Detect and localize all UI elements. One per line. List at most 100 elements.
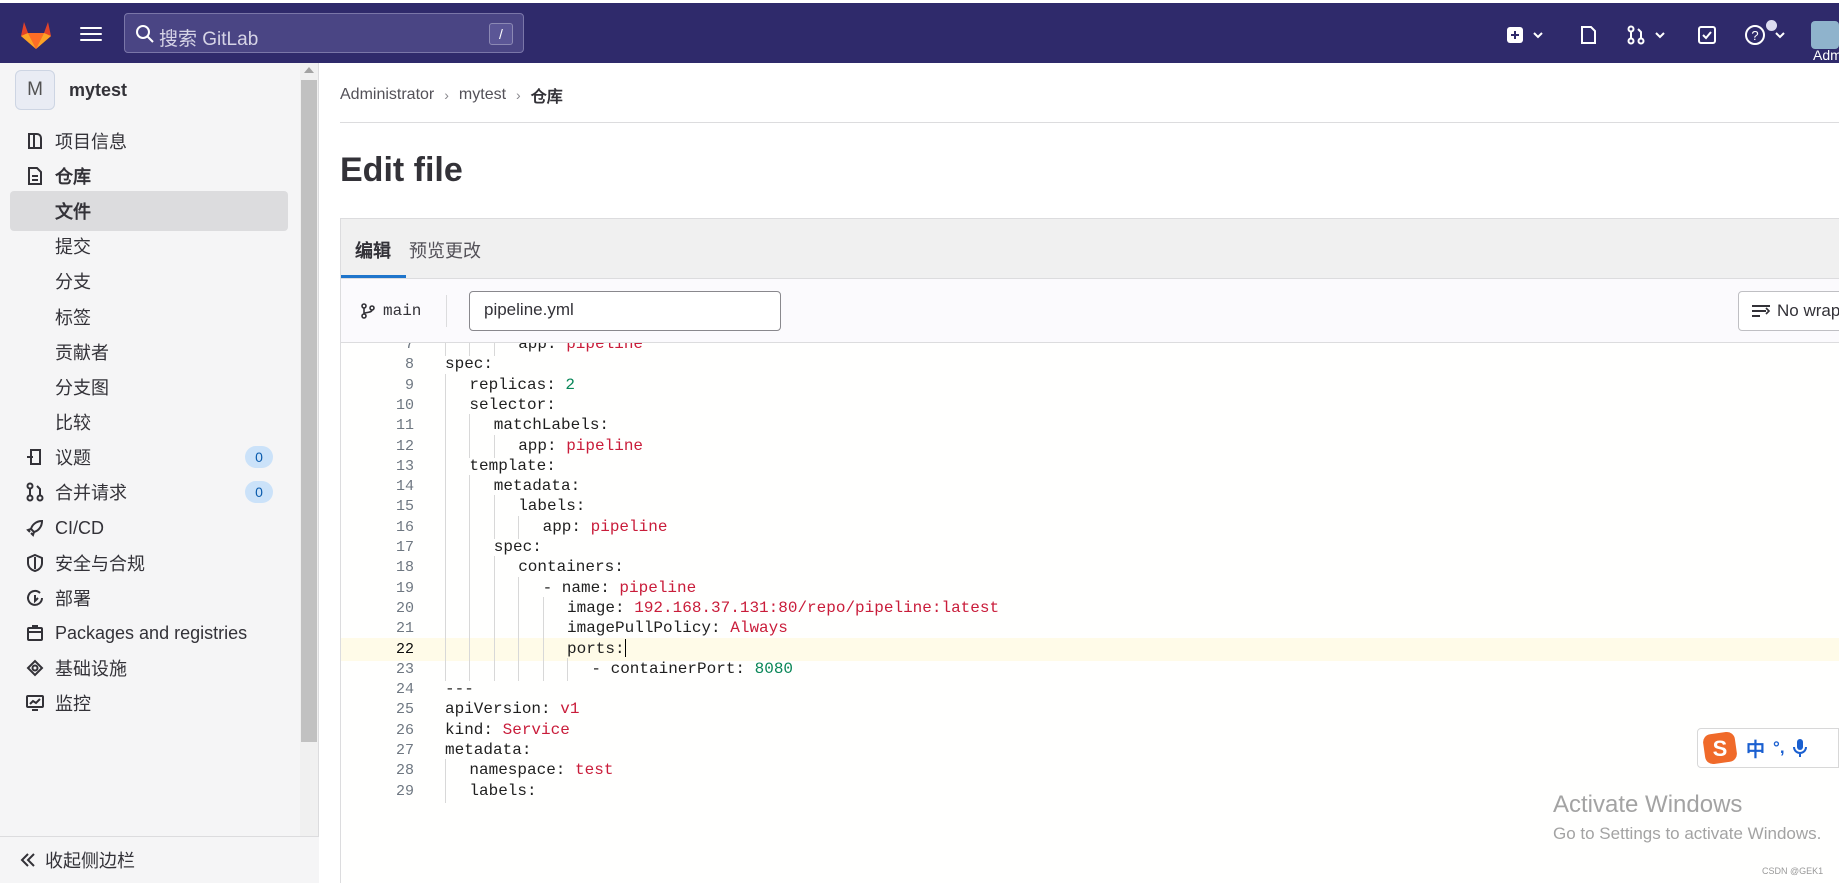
line-number: 29 xyxy=(395,782,414,800)
sidebar-item-label: 标签 xyxy=(55,308,91,328)
ime-punctuation-mode[interactable]: °, xyxy=(1773,738,1785,758)
microphone-icon[interactable] xyxy=(1792,738,1807,758)
sidebar-item-label: 仓库 xyxy=(55,167,91,187)
sidebar-item-infrastructure[interactable]: 基础设施 xyxy=(10,648,288,688)
create-new-dropdown[interactable] xyxy=(1506,23,1544,47)
scroll-up-arrow-icon[interactable] xyxy=(304,67,314,73)
top-navbar: 搜索 GitLab / ? Adm xyxy=(0,0,1839,63)
sidebar-item-label: 项目信息 xyxy=(55,132,127,152)
filename-input[interactable]: pipeline.yml xyxy=(469,291,781,331)
sidebar-item-label: 提交 xyxy=(55,237,91,257)
sidebar-item-security[interactable]: 安全与合规 xyxy=(10,543,288,583)
user-avatar-label: Adm xyxy=(1813,47,1839,63)
page-title: Edit file xyxy=(340,151,463,189)
sidebar-item-label: 分支 xyxy=(55,272,91,292)
sidebar-item-label: 部署 xyxy=(55,589,91,609)
breadcrumb-item-namespace[interactable]: Administrator xyxy=(340,86,434,104)
help-dropdown[interactable]: ? xyxy=(1744,23,1786,47)
sidebar-item-label: Packages and registries xyxy=(55,622,248,643)
sidebar-item-label: 安全与合规 xyxy=(55,554,145,574)
svg-text:S: S xyxy=(1713,736,1728,761)
branch-name: main xyxy=(383,302,422,320)
sogou-ime-icon: S xyxy=(1703,731,1737,765)
tab-preview-changes[interactable]: 预览更改 xyxy=(409,237,481,263)
sidebar-item-deployments[interactable]: 部署 xyxy=(10,578,288,618)
merge-requests-count-badge: 0 xyxy=(245,481,273,503)
breadcrumb-divider xyxy=(340,122,1839,123)
sidebar-item-label: 监控 xyxy=(55,694,91,714)
sidebar-subitem-commits[interactable]: 提交 xyxy=(10,226,288,266)
chevron-down-icon xyxy=(1533,32,1543,39)
monitor-icon xyxy=(26,695,44,711)
package-icon xyxy=(27,625,43,641)
ime-toolbar[interactable]: S 中 °, xyxy=(1697,728,1839,768)
issues-icon xyxy=(1581,26,1596,44)
sidebar-item-packages[interactable]: Packages and registries xyxy=(10,613,288,653)
project-name: mytest xyxy=(69,79,128,100)
code-text: labels: xyxy=(469,781,537,800)
sidebar-item-label: 比较 xyxy=(55,413,91,433)
activate-windows-title: Activate Windows xyxy=(1553,791,1743,818)
sidebar-item-label: 合并请求 xyxy=(55,483,127,503)
document-icon xyxy=(28,167,42,185)
sidebar-project-header[interactable]: M mytest xyxy=(15,70,127,110)
sidebar-item-label: 议题 xyxy=(55,448,91,468)
soft-wrap-toggle-button[interactable]: No wrap xyxy=(1738,291,1839,331)
sidebar-item-issues[interactable]: 议题 0 xyxy=(10,437,288,477)
breadcrumb: Administrator › mytest › 仓库 xyxy=(340,83,563,107)
editor-tabs: 编辑 预览更改 xyxy=(341,219,1839,279)
issues-icon xyxy=(27,449,41,465)
sidebar-subitem-tags[interactable]: 标签 xyxy=(10,297,288,337)
project-sidebar: M mytest 项目信息 仓库 文件 提交 分支 标签 贡献者 分支图 比较 … xyxy=(0,63,319,883)
chevron-down-icon xyxy=(1655,32,1665,39)
collapse-sidebar-button[interactable]: 收起侧边栏 xyxy=(0,836,319,883)
tab-edit[interactable]: 编辑 xyxy=(355,237,391,263)
breadcrumb-item-project[interactable]: mytest xyxy=(459,86,506,104)
sidebar-scrollbar[interactable] xyxy=(300,63,318,836)
question-circle-icon: ? xyxy=(1745,25,1765,45)
sidebar-item-label: 基础设施 xyxy=(55,659,127,679)
sidebar-item-repository[interactable]: 仓库 xyxy=(10,156,288,196)
info-icon xyxy=(28,133,42,149)
toolbar-divider xyxy=(446,295,447,327)
sidebar-item-monitor[interactable]: 监控 xyxy=(10,683,288,723)
indent-guide xyxy=(445,779,446,803)
todo-check-icon xyxy=(1698,26,1716,44)
ime-chinese-mode[interactable]: 中 xyxy=(1746,735,1765,762)
cloud-gear-icon xyxy=(26,659,44,677)
search-input[interactable]: 搜索 GitLab / xyxy=(124,13,524,53)
shield-icon xyxy=(27,553,43,573)
double-chevron-left-icon xyxy=(20,853,35,867)
merge-requests-nav-dropdown[interactable] xyxy=(1626,23,1666,47)
sidebar-item-label: 文件 xyxy=(55,202,91,222)
editor-toolbar: main pipeline.yml No wrap xyxy=(341,279,1839,343)
activate-windows-subtitle: Go to Settings to activate Windows. xyxy=(1553,824,1822,843)
hamburger-menu-icon[interactable] xyxy=(80,23,102,43)
search-icon xyxy=(136,25,154,43)
sidebar-item-project-info[interactable]: 项目信息 xyxy=(10,121,288,161)
sidebar-item-cicd[interactable]: CI/CD xyxy=(10,508,288,548)
search-placeholder: 搜索 GitLab xyxy=(159,29,259,50)
search-shortcut-key: / xyxy=(489,23,513,45)
deploy-icon xyxy=(27,589,43,606)
sidebar-item-label: CI/CD xyxy=(55,517,104,538)
sidebar-subitem-branches[interactable]: 分支 xyxy=(10,261,288,301)
sidebar-subitem-contributors[interactable]: 贡献者 xyxy=(10,332,288,372)
issues-nav-button[interactable] xyxy=(1578,23,1598,47)
collapse-sidebar-label: 收起侧边栏 xyxy=(45,851,135,871)
sidebar-subitem-files[interactable]: 文件 xyxy=(10,191,288,231)
user-avatar[interactable] xyxy=(1811,21,1839,49)
todos-nav-button[interactable] xyxy=(1697,23,1717,47)
sidebar-item-merge-requests[interactable]: 合并请求 0 xyxy=(10,472,288,512)
plus-square-icon xyxy=(1507,27,1523,43)
project-avatar: M xyxy=(15,70,55,110)
breadcrumb-item-repository[interactable]: 仓库 xyxy=(531,83,563,107)
chevron-down-icon xyxy=(1775,32,1785,39)
scrollbar-thumb[interactable] xyxy=(301,80,317,742)
merge-request-icon xyxy=(26,482,44,502)
gitlab-logo-icon[interactable] xyxy=(18,17,54,51)
sidebar-subitem-graph[interactable]: 分支图 xyxy=(10,367,288,407)
notification-dot xyxy=(1766,20,1777,31)
sidebar-subitem-compare[interactable]: 比较 xyxy=(10,402,288,442)
rocket-icon xyxy=(26,519,44,537)
